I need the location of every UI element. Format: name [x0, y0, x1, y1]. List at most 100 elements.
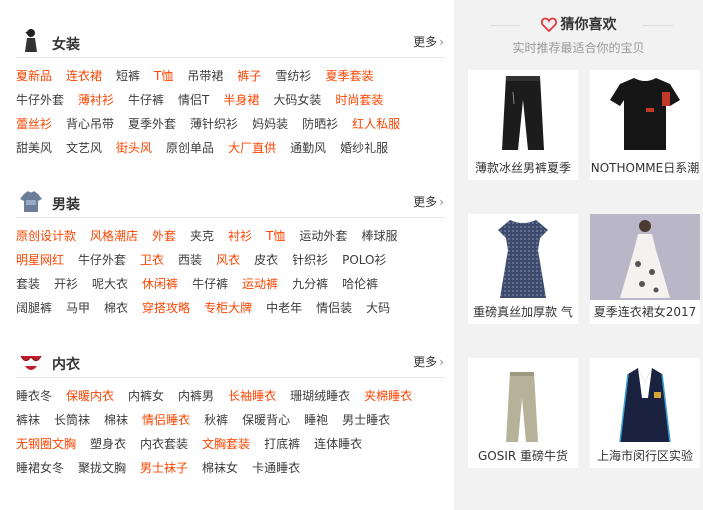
category-link[interactable]: 防晒衫	[302, 117, 338, 131]
category-link[interactable]: 穿搭攻略	[142, 301, 190, 315]
category-link[interactable]: 时尚套装	[335, 93, 383, 107]
category-link[interactable]: 聚拢文胸	[78, 461, 126, 475]
category-link[interactable]: 夏季套装	[325, 69, 373, 83]
category-link[interactable]: 短裤	[116, 69, 140, 83]
category-link[interactable]: 保暖背心	[242, 413, 290, 427]
category-link[interactable]: 原创设计款	[16, 229, 76, 243]
category-link[interactable]: 通勤风	[290, 141, 326, 155]
category-link[interactable]: 专柜大牌	[204, 301, 252, 315]
category-link[interactable]: 运动外套	[299, 229, 347, 243]
category-link[interactable]: 大厂直供	[228, 141, 276, 155]
category-link[interactable]: 休闲裤	[142, 277, 178, 291]
category-link[interactable]: 开衫	[54, 277, 78, 291]
product-card[interactable]: 夏季连衣裙女2017	[590, 214, 700, 324]
category-link[interactable]: 牛仔裤	[192, 277, 228, 291]
category-link[interactable]: 男士睡衣	[342, 413, 390, 427]
category-link[interactable]: 红人私服	[352, 117, 400, 131]
category-link[interactable]: 睡衣冬	[16, 389, 52, 403]
category-link[interactable]: 牛仔裤	[128, 93, 164, 107]
product-card[interactable]: 薄款冰丝男裤夏季	[468, 70, 578, 180]
category-link[interactable]: 大码	[366, 301, 390, 315]
category-link[interactable]: 情侣睡衣	[142, 413, 190, 427]
product-card[interactable]: 上海市闵行区实验	[590, 358, 700, 468]
category-link[interactable]: 保暖内衣	[66, 389, 114, 403]
category-link[interactable]: 背心吊带	[66, 117, 114, 131]
category-link[interactable]: 呢大衣	[92, 277, 128, 291]
category-link[interactable]: 无钢圈文胸	[16, 437, 76, 451]
category-link[interactable]: 夹克	[190, 229, 214, 243]
category-link[interactable]: 中老年	[266, 301, 302, 315]
category-link[interactable]: 大码女装	[273, 93, 321, 107]
more-link[interactable]: 更多 ›	[413, 33, 444, 50]
category-link[interactable]: T恤	[154, 69, 173, 83]
category-link[interactable]: 衬衫	[228, 229, 252, 243]
category-link[interactable]: 文艺风	[66, 141, 102, 155]
more-link[interactable]: 更多 ›	[413, 193, 444, 210]
category-link[interactable]: 原创单品	[166, 141, 214, 155]
category-link[interactable]: 针织衫	[292, 253, 328, 267]
category-link[interactable]: 九分裤	[292, 277, 328, 291]
category-link[interactable]: 打底裤	[264, 437, 300, 451]
category-link[interactable]: 卫衣	[140, 253, 164, 267]
category-link[interactable]: 长袖睡衣	[228, 389, 276, 403]
category-link[interactable]: 西装	[178, 253, 202, 267]
category-link[interactable]: 马甲	[66, 301, 90, 315]
more-link[interactable]: 更多 ›	[413, 353, 444, 370]
category-link[interactable]: 睡袍	[304, 413, 328, 427]
category-link[interactable]: 风格潮店	[90, 229, 138, 243]
category-link[interactable]: 皮衣	[254, 253, 278, 267]
category-link[interactable]: 运动裤	[242, 277, 278, 291]
category-link[interactable]: 情侣T	[178, 93, 209, 107]
category-link[interactable]: 牛仔外套	[16, 93, 64, 107]
category-link[interactable]: 阔腿裤	[16, 301, 52, 315]
category-link[interactable]: 甜美风	[16, 141, 52, 155]
category-link[interactable]: 风衣	[216, 253, 240, 267]
more-link-label: 更多	[413, 195, 438, 209]
category-link[interactable]: 棉衣	[104, 301, 128, 315]
category-link[interactable]: POLO衫	[342, 253, 386, 267]
category-link[interactable]: 珊瑚绒睡衣	[290, 389, 350, 403]
product-card[interactable]: NOTHOMME日系潮	[590, 70, 700, 180]
category-link[interactable]: 吊带裙	[187, 69, 223, 83]
category-link[interactable]: 夹棉睡衣	[364, 389, 412, 403]
category-link[interactable]: 哈伦裤	[342, 277, 378, 291]
category-link[interactable]: 连体睡衣	[314, 437, 362, 451]
category-link[interactable]: 内衣套装	[140, 437, 188, 451]
category-link[interactable]: 文胸套装	[202, 437, 250, 451]
category-link[interactable]: 睡裙女冬	[16, 461, 64, 475]
category-link[interactable]: 棒球服	[361, 229, 397, 243]
category-link[interactable]: 婚纱礼服	[340, 141, 388, 155]
category-link[interactable]: 卡通睡衣	[252, 461, 300, 475]
category-link[interactable]: 外套	[152, 229, 176, 243]
category-link[interactable]: 连衣裙	[66, 69, 102, 83]
category-link[interactable]: 夏季外套	[128, 117, 176, 131]
category-link[interactable]: 秋裤	[204, 413, 228, 427]
category-link[interactable]: 雪纺衫	[275, 69, 311, 83]
link-row: 裤袜 长筒袜 棉袜 情侣睡衣 秋裤 保暖背心 睡袍 男士睡衣	[16, 408, 444, 432]
product-card[interactable]: 重磅真丝加厚款 气	[468, 214, 578, 324]
guess-title: 猜你喜欢	[540, 14, 617, 34]
category-link[interactable]: 塑身衣	[90, 437, 126, 451]
category-link[interactable]: 情侣装	[316, 301, 352, 315]
category-link[interactable]: 牛仔外套	[78, 253, 126, 267]
category-link[interactable]: 街头风	[116, 141, 152, 155]
category-link[interactable]: 长筒袜	[54, 413, 90, 427]
category-link[interactable]: 明星网红	[16, 253, 64, 267]
category-link[interactable]: 夏新品	[16, 69, 52, 83]
category-link[interactable]: T恤	[266, 229, 285, 243]
category-link[interactable]: 蕾丝衫	[16, 117, 52, 131]
category-link[interactable]: 半身裙	[223, 93, 259, 107]
category-link[interactable]: 内裤女	[128, 389, 164, 403]
product-card[interactable]: GOSIR 重磅牛货	[468, 358, 578, 468]
category-link[interactable]: 棉袜女	[202, 461, 238, 475]
category-link[interactable]: 裤子	[237, 69, 261, 83]
category-link[interactable]: 薄衬衫	[78, 93, 114, 107]
category-link[interactable]: 套装	[16, 277, 40, 291]
category-link[interactable]: 男士袜子	[140, 461, 188, 475]
category-link[interactable]: 薄针织衫	[190, 117, 238, 131]
category-link[interactable]: 内裤男	[178, 389, 214, 403]
category-link[interactable]: 妈妈装	[252, 117, 288, 131]
category-panel: 女装 更多 › 夏新品 连衣裙 短裤 T恤 吊带裙 裤子 雪纺衫 夏季套装 牛仔外套 薄衬衫 牛仔裤 情侣T…	[0, 0, 454, 510]
category-link[interactable]: 棉袜	[104, 413, 128, 427]
category-link[interactable]: 裤袜	[16, 413, 40, 427]
